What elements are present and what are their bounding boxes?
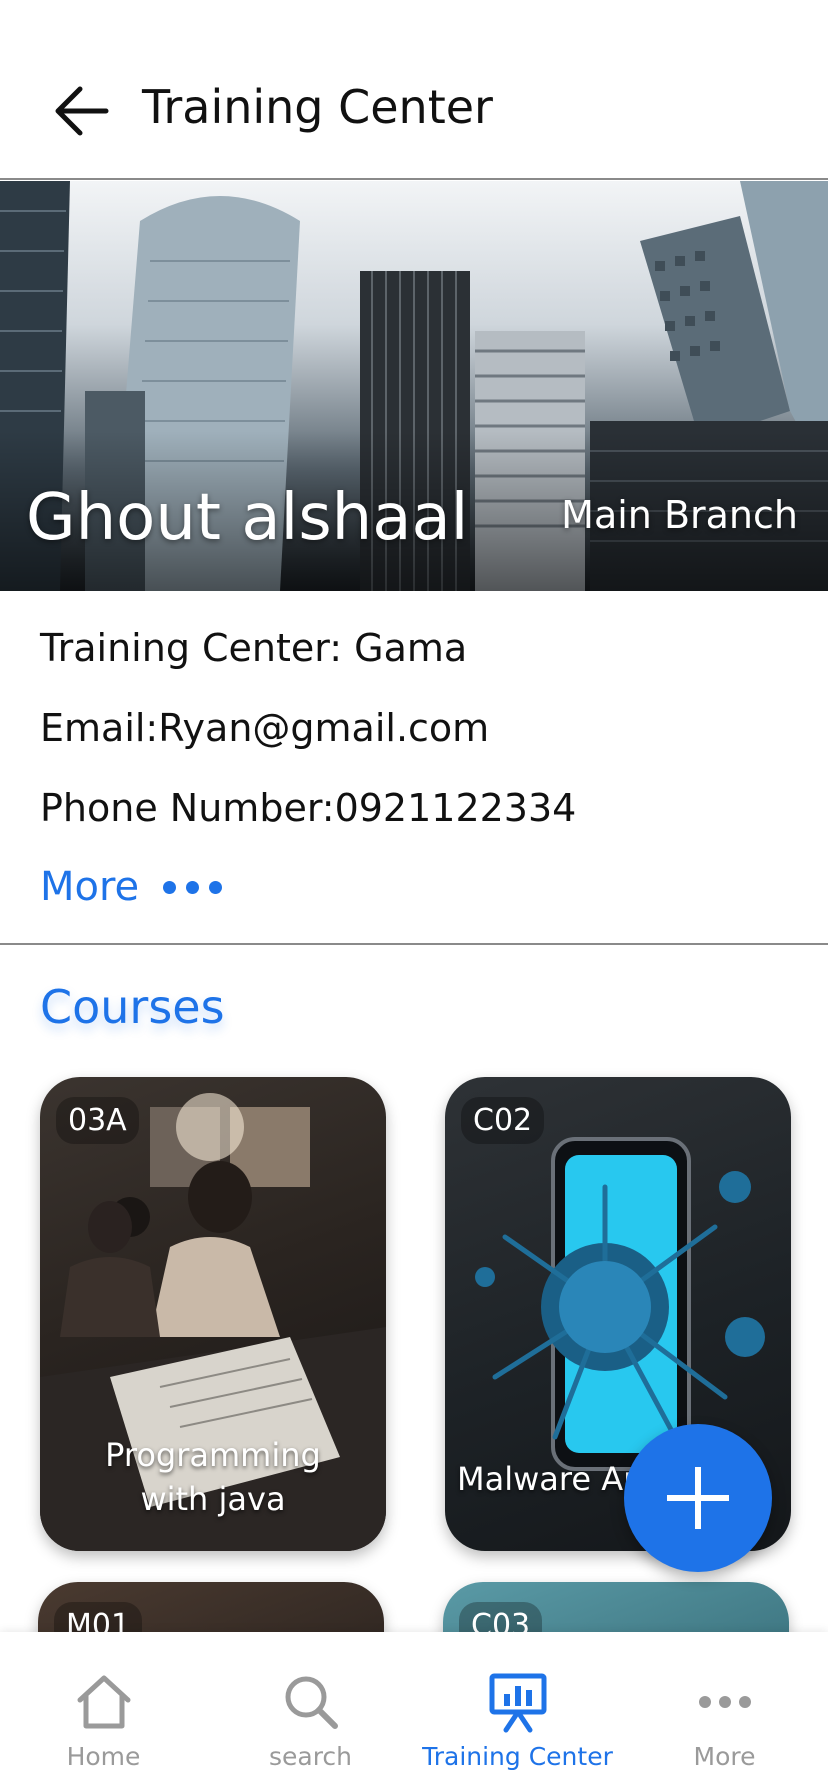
nav-item-home[interactable]: Home: [0, 1632, 207, 1792]
nav-label-training-center: Training Center: [422, 1742, 613, 1771]
email-text: Email:Ryan@gmail.com: [40, 706, 490, 750]
nav-item-more[interactable]: More: [621, 1632, 828, 1792]
center-name: Ghout alshaal: [26, 481, 469, 555]
page-title: Training Center: [142, 80, 493, 134]
nav-item-training-center[interactable]: Training Center: [414, 1632, 621, 1792]
course-code: C02: [461, 1097, 545, 1144]
nav-item-search[interactable]: search: [207, 1632, 414, 1792]
back-arrow-icon[interactable]: [50, 84, 114, 138]
more-info-link[interactable]: More: [40, 864, 223, 910]
course-card[interactable]: 03A Programming with java: [40, 1077, 386, 1551]
nav-label-search: search: [268, 1742, 353, 1771]
branch-label: Main Branch: [561, 493, 798, 537]
search-icon: [279, 1670, 343, 1734]
more-info-label: More: [40, 864, 140, 910]
more-dots-icon: [163, 880, 223, 894]
training-center-text: Training Center: Gama: [40, 626, 468, 670]
nav-label-home: Home: [66, 1742, 141, 1771]
presentation-icon: [486, 1670, 550, 1734]
course-code: 03A: [56, 1097, 139, 1144]
course-title-line2: with java: [140, 1480, 286, 1518]
app-bar: Training Center: [0, 0, 828, 180]
add-course-button[interactable]: [624, 1424, 772, 1572]
course-title-line1: Programming: [105, 1436, 321, 1474]
nav-label-more: More: [693, 1742, 756, 1771]
bottom-nav: Home search Training Center More: [0, 1632, 828, 1792]
divider: [0, 943, 828, 945]
center-info: Training Center: Gama Email:Ryan@gmail.c…: [40, 620, 800, 860]
phone-text: Phone Number:0921122334: [40, 786, 577, 830]
courses-title: Courses: [40, 980, 225, 1034]
home-icon: [72, 1670, 136, 1734]
hero-banner: Ghout alshaal Main Branch: [0, 181, 828, 591]
more-icon: [693, 1670, 757, 1734]
